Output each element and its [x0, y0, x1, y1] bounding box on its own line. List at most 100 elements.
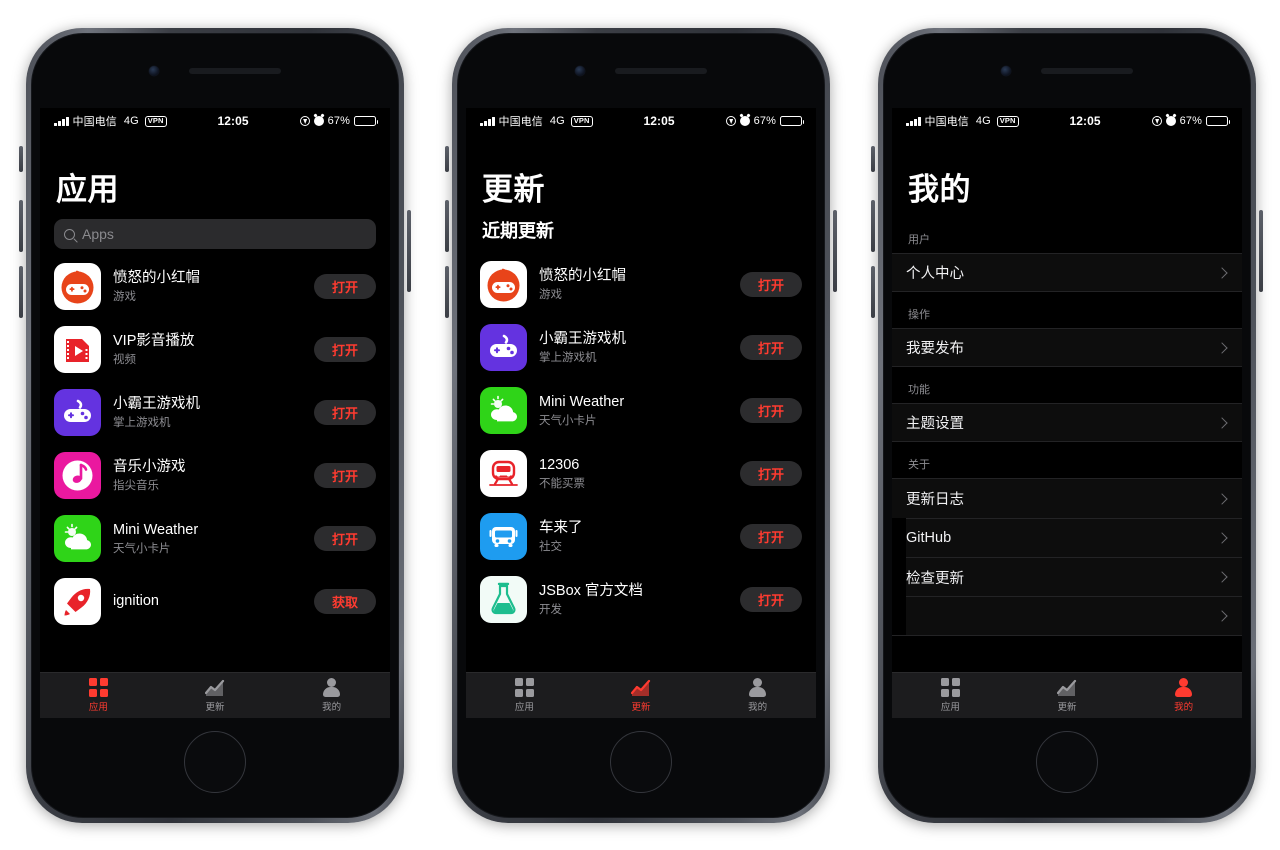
open-button[interactable]: 打开	[314, 337, 376, 362]
open-button[interactable]: 打开	[740, 272, 802, 297]
front-camera-icon	[1001, 66, 1011, 76]
app-name: 12306	[539, 456, 580, 473]
list-item[interactable]: 小霸王游戏机 掌上游戏机 打开	[40, 381, 390, 444]
volume-up-button[interactable]	[445, 200, 449, 252]
gamepad-orange-icon	[480, 261, 527, 308]
volume-down-button[interactable]	[19, 266, 23, 318]
open-button[interactable]: 打开	[740, 335, 802, 360]
app-name: 小霸王游戏机	[539, 330, 626, 347]
app-desc: 掌上游戏机	[113, 416, 171, 429]
bus-icon	[480, 513, 527, 560]
train-icon	[480, 450, 527, 497]
search-input[interactable]: Apps	[54, 219, 376, 249]
carrier-label: 中国电信	[72, 116, 117, 128]
page-title: 更新	[482, 172, 545, 207]
section-header: 用户	[908, 234, 930, 246]
app-desc: 掌上游戏机	[539, 351, 597, 364]
open-button[interactable]: 打开	[740, 398, 802, 423]
section-title: 近期更新	[482, 221, 554, 241]
list-item[interactable]: 12306 不能买票 打开	[466, 442, 816, 505]
settings-row-partial[interactable]	[906, 596, 1242, 635]
settings-row-publish[interactable]: 我要发布	[892, 328, 1242, 367]
get-button[interactable]: 获取	[314, 589, 376, 614]
app-desc: 游戏	[539, 288, 562, 301]
app-desc: 指尖音乐	[113, 479, 159, 492]
settings-row-github[interactable]: GitHub	[906, 518, 1242, 557]
volume-up-button[interactable]	[19, 200, 23, 252]
list-item[interactable]: Mini Weather 天气小卡片 打开	[40, 507, 390, 570]
list-item[interactable]: Mini Weather 天气小卡片 打开	[466, 379, 816, 442]
settings-row-label: 我要发布	[906, 341, 964, 357]
list-item[interactable]: VIP影音播放 视频 打开	[40, 318, 390, 381]
screen-apps: 中国电信 4G VPN 12:05 67% 应用 Apps 愤怒的小红帽 游戏 …	[40, 108, 390, 718]
open-button[interactable]: 打开	[740, 524, 802, 549]
search-icon	[64, 228, 75, 240]
home-button[interactable]	[184, 731, 246, 793]
status-bar: 中国电信 4G VPN 12:05 67%	[40, 108, 390, 134]
location-icon	[725, 116, 736, 126]
list-item[interactable]: 愤怒的小红帽 游戏 打开	[466, 253, 816, 316]
home-button[interactable]	[610, 731, 672, 793]
page-title: 我的	[908, 172, 971, 207]
power-button[interactable]	[1259, 210, 1263, 292]
volume-down-button[interactable]	[871, 266, 875, 318]
section-header: 操作	[908, 309, 930, 321]
vpn-badge: VPN	[996, 115, 1019, 127]
section-header: 关于	[908, 459, 930, 471]
list-item[interactable]: ignition 获取	[40, 570, 390, 633]
app-name: 音乐小游戏	[113, 458, 186, 475]
list-item[interactable]: 车来了 社交 打开	[466, 505, 816, 568]
battery-icon	[354, 115, 379, 127]
app-name: Mini Weather	[539, 393, 625, 410]
silent-switch[interactable]	[19, 146, 23, 172]
list-item[interactable]: 愤怒的小红帽 游戏 打开	[40, 255, 390, 318]
section-header: 功能	[908, 384, 930, 396]
battery-icon	[1206, 115, 1231, 127]
app-meta: 车来了 社交	[539, 519, 728, 555]
list-item[interactable]: JSBox 官方文档 开发 打开	[466, 568, 816, 631]
chevron-right-icon	[1216, 492, 1228, 505]
chevron-right-icon	[1216, 416, 1228, 429]
app-name: JSBox 官方文档	[539, 582, 643, 599]
chevron-right-icon	[1216, 610, 1228, 622]
status-bar-right: 67%	[299, 115, 379, 127]
silent-switch[interactable]	[871, 146, 875, 172]
settings-row-profile[interactable]: 个人中心	[892, 253, 1242, 292]
settings-row-changelog[interactable]: 更新日志	[892, 479, 1242, 518]
open-button[interactable]: 打开	[740, 587, 802, 612]
front-camera-icon	[575, 66, 585, 76]
app-desc: 视频	[113, 353, 136, 366]
list-item[interactable]: 音乐小游戏 指尖音乐 打开	[40, 444, 390, 507]
power-button[interactable]	[407, 210, 411, 292]
gamepad-purple-icon	[480, 324, 527, 371]
list-item[interactable]: 小霸王游戏机 掌上游戏机 打开	[466, 316, 816, 379]
open-button[interactable]: 打开	[314, 526, 376, 551]
earpiece-speaker	[1041, 68, 1133, 74]
settings-row-theme[interactable]: 主题设置	[892, 403, 1242, 442]
power-button[interactable]	[833, 210, 837, 292]
app-name: Mini Weather	[113, 521, 199, 538]
open-button[interactable]: 打开	[740, 461, 802, 486]
app-meta: 音乐小游戏 指尖音乐	[113, 458, 302, 494]
screenshot-stage: 中国电信 4G VPN 12:05 67% 应用 Apps 愤怒的小红帽 游戏 …	[0, 0, 1280, 850]
status-bar-left: 中国电信 4G VPN	[54, 113, 167, 129]
app-meta: 12306 不能买票	[539, 456, 728, 492]
app-name: 小霸王游戏机	[113, 395, 200, 412]
volume-down-button[interactable]	[445, 266, 449, 318]
volume-up-button[interactable]	[871, 200, 875, 252]
phone-device-apps: 中国电信 4G VPN 12:05 67% 应用 Apps 愤怒的小红帽 游戏 …	[19, 28, 411, 823]
open-button[interactable]: 打开	[314, 463, 376, 488]
silent-switch[interactable]	[445, 146, 449, 172]
status-bar-left: 中国电信 4G VPN	[906, 113, 1019, 129]
network-type-label: 4G	[549, 115, 565, 127]
status-bar-left: 中国电信 4G VPN	[480, 113, 593, 129]
home-button[interactable]	[1036, 731, 1098, 793]
clock-label: 12:05	[1069, 114, 1101, 128]
settings-row-check-update[interactable]: 检查更新	[906, 557, 1242, 596]
app-name: VIP影音播放	[113, 332, 195, 349]
grid-icon	[514, 678, 534, 697]
signal-bars-icon	[480, 116, 495, 126]
open-button[interactable]: 打开	[314, 274, 376, 299]
updates-list: 愤怒的小红帽 游戏 打开 小霸王游戏机 掌上游戏机 打开 Mini Weathe…	[466, 253, 816, 631]
open-button[interactable]: 打开	[314, 400, 376, 425]
